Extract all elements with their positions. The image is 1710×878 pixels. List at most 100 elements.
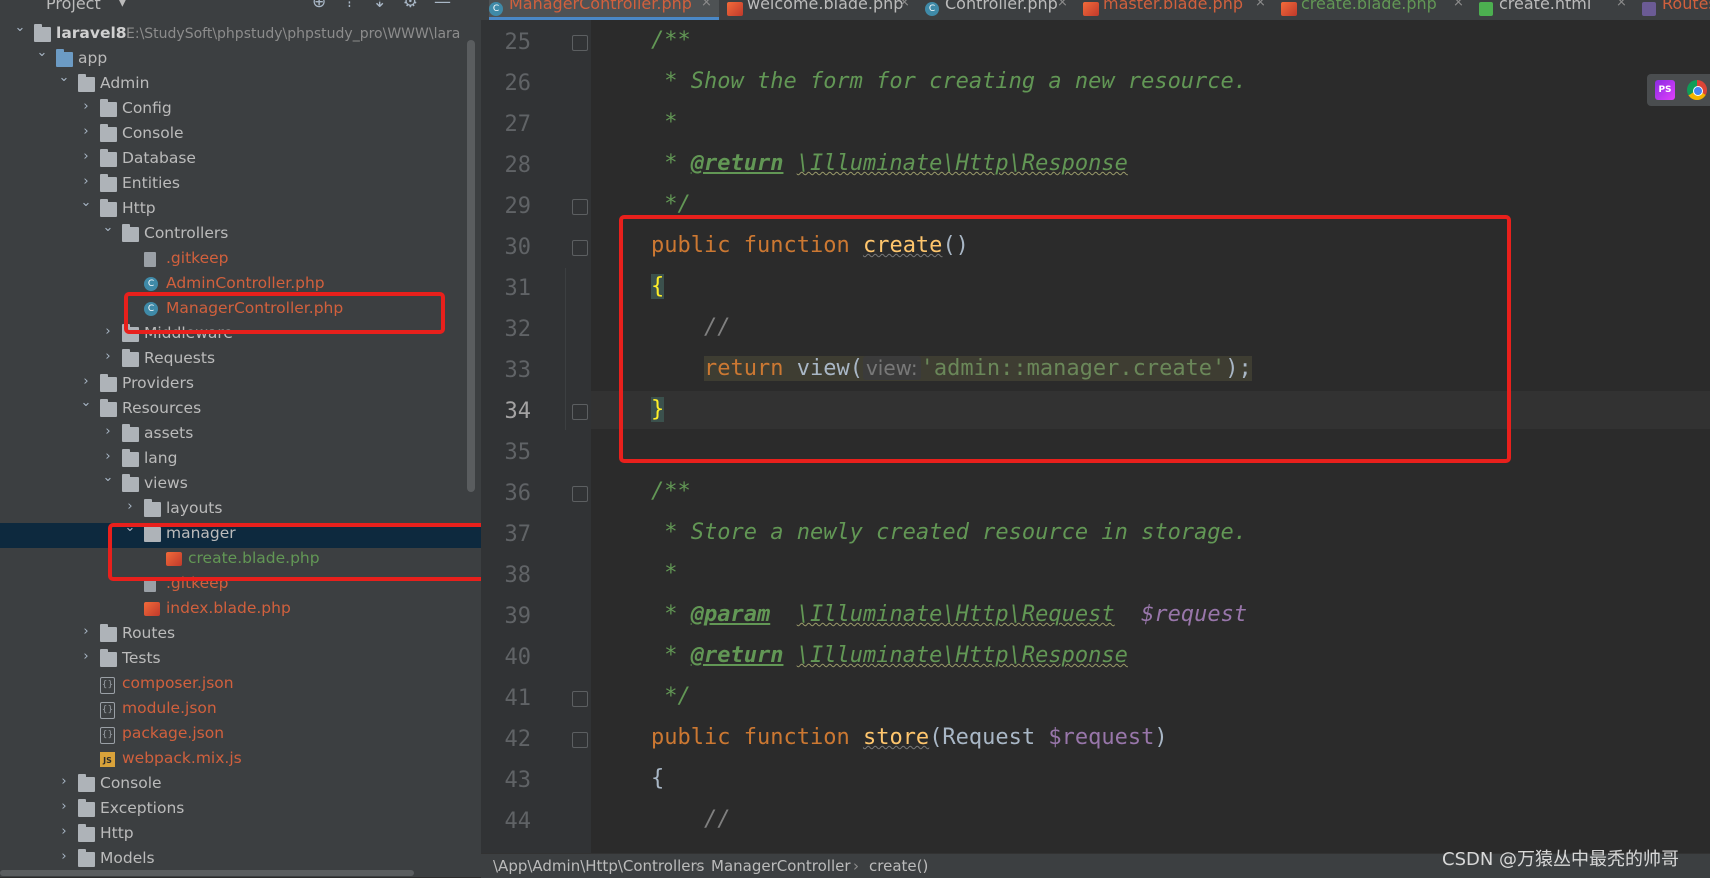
code-line-43[interactable]: { [651, 766, 664, 791]
fold-marker-icon[interactable] [572, 240, 588, 256]
breadcrumb-method[interactable]: create() [869, 857, 928, 875]
line-number[interactable]: 29 [481, 194, 532, 219]
editor-tab[interactable]: master.blade.php × [1083, 0, 1273, 20]
line-number[interactable]: 44 [481, 809, 532, 834]
tree-item[interactable]: create.blade.php [0, 548, 481, 573]
tree-item[interactable]: › lang [0, 448, 481, 473]
chevron-right-icon[interactable]: › [56, 849, 72, 864]
project-tree-vertical-scrollbar[interactable] [467, 40, 475, 492]
code-line-29[interactable]: */ [651, 192, 691, 217]
editor-tab[interactable]: Routes [1642, 0, 1710, 20]
fold-marker-icon[interactable] [572, 732, 588, 748]
chevron-right-icon[interactable]: › [56, 799, 72, 814]
tree-item[interactable]: › Middleware [0, 323, 481, 348]
chevron-right-icon[interactable]: › [100, 424, 116, 439]
code-line-33[interactable]: return view(view:'admin::manager.create'… [651, 356, 1252, 381]
project-tree-horizontal-scrollbar[interactable] [0, 870, 414, 876]
chevron-right-icon[interactable]: › [56, 824, 72, 839]
line-number[interactable]: 28 [481, 153, 532, 178]
fold-marker-icon[interactable] [572, 404, 588, 420]
tree-item[interactable]: › Providers [0, 373, 481, 398]
tree-item[interactable]: C AdminController.php [0, 273, 481, 298]
line-number[interactable]: 31 [481, 276, 532, 301]
fold-marker-icon[interactable] [572, 691, 588, 707]
chevron-right-icon[interactable]: › [100, 324, 116, 339]
chevron-right-icon[interactable]: › [78, 374, 94, 389]
close-tab-icon[interactable]: × [1057, 0, 1068, 10]
fold-marker-icon[interactable] [572, 35, 588, 51]
chevron-down-icon[interactable]: ⌄ [78, 395, 94, 410]
tree-item[interactable]: {} composer.json [0, 673, 481, 698]
code-line-44[interactable]: // [651, 807, 731, 832]
phpstorm-icon[interactable]: PS [1655, 80, 1675, 100]
chevron-right-icon[interactable]: › [78, 149, 94, 164]
close-tab-icon[interactable]: × [1453, 0, 1464, 10]
tree-item[interactable]: › assets [0, 423, 481, 448]
tree-item[interactable]: › Tests [0, 648, 481, 673]
tree-item[interactable]: › Database [0, 148, 481, 173]
fold-marker-icon[interactable] [572, 199, 588, 215]
close-tab-icon[interactable]: × [701, 0, 712, 10]
chevron-down-icon[interactable]: ⌄ [12, 20, 28, 35]
breadcrumb-namespace[interactable]: \App\Admin\Http\Controllers [493, 857, 705, 875]
tree-item[interactable]: JS webpack.mix.js [0, 748, 481, 773]
settings-gear-icon[interactable]: ⚙ [403, 0, 418, 12]
code-line-34[interactable]: } [651, 397, 665, 422]
tree-item[interactable]: {} module.json [0, 698, 481, 723]
close-tab-icon[interactable]: × [899, 0, 910, 10]
line-number[interactable]: 38 [481, 563, 532, 588]
chevron-right-icon[interactable]: › [56, 774, 72, 789]
chevron-down-icon[interactable]: ⌄ [100, 220, 116, 235]
chevron-right-icon[interactable]: › [78, 99, 94, 114]
close-tab-icon[interactable]: × [1255, 0, 1266, 10]
tree-item[interactable]: › Exceptions [0, 798, 481, 823]
line-number[interactable]: 41 [481, 686, 532, 711]
project-view-dropdown-icon[interactable]: ▼ [117, 0, 128, 9]
code-line-30[interactable]: public function create() [651, 233, 969, 258]
chevron-down-icon[interactable]: ⌄ [100, 470, 116, 485]
line-number[interactable]: 36 [481, 481, 532, 506]
editor-tab[interactable]: create.blade.php × [1281, 0, 1471, 20]
line-number[interactable]: 33 [481, 358, 532, 383]
chrome-icon[interactable] [1687, 80, 1707, 100]
chevron-down-icon[interactable]: ⌄ [78, 195, 94, 210]
line-number[interactable]: 37 [481, 522, 532, 547]
code-line-36[interactable]: /** [651, 479, 691, 504]
tree-item[interactable]: C ManagerController.php [0, 298, 481, 323]
chevron-right-icon[interactable]: › [122, 499, 138, 514]
tree-item[interactable]: {} package.json [0, 723, 481, 748]
chevron-right-icon[interactable]: › [100, 449, 116, 464]
tree-item[interactable]: index.blade.php [0, 598, 481, 623]
tree-item[interactable]: ⌄ Http [0, 195, 481, 223]
tree-item[interactable]: ⌄ Controllers [0, 220, 481, 248]
line-number[interactable]: 25 [481, 30, 532, 55]
line-number[interactable]: 40 [481, 645, 532, 670]
tree-item[interactable]: .gitkeep [0, 248, 481, 273]
line-number[interactable]: 42 [481, 727, 532, 752]
chevron-right-icon[interactable]: › [78, 649, 94, 664]
tree-item[interactable]: › Entities [0, 173, 481, 198]
tree-item[interactable]: › Requests [0, 348, 481, 373]
editor-tab[interactable]: create.html × [1479, 0, 1634, 20]
chevron-right-icon[interactable]: › [78, 624, 94, 639]
line-number[interactable]: 32 [481, 317, 532, 342]
tree-item[interactable]: ⌄ Admin [0, 70, 481, 98]
collapse-all-icon[interactable]: ⇣ [373, 0, 387, 12]
code-line-40[interactable]: * @return \Illuminate\Http\Response [651, 643, 1128, 668]
chevron-right-icon[interactable]: › [78, 174, 94, 189]
chevron-right-icon[interactable]: › [78, 124, 94, 139]
hide-panel-icon[interactable]: — [434, 0, 451, 12]
code-line-28[interactable]: * @return \Illuminate\Http\Response [651, 151, 1128, 176]
code-line-27[interactable]: * [651, 110, 677, 135]
tree-item[interactable]: › Routes [0, 623, 481, 648]
chevron-down-icon[interactable]: ⌄ [122, 520, 138, 535]
line-number[interactable]: 43 [481, 768, 532, 793]
chevron-down-icon[interactable]: ⌄ [34, 45, 50, 60]
code-line-37[interactable]: * Store a newly created resource in stor… [651, 520, 1247, 545]
chevron-down-icon[interactable]: ⌄ [56, 70, 72, 85]
chevron-right-icon[interactable]: › [100, 349, 116, 364]
tree-item[interactable]: .gitkeep [0, 573, 481, 598]
tree-item[interactable]: ⌄ Resources [0, 395, 481, 423]
code-line-25[interactable]: /** [651, 28, 691, 53]
tree-item[interactable]: › Console [0, 773, 481, 798]
